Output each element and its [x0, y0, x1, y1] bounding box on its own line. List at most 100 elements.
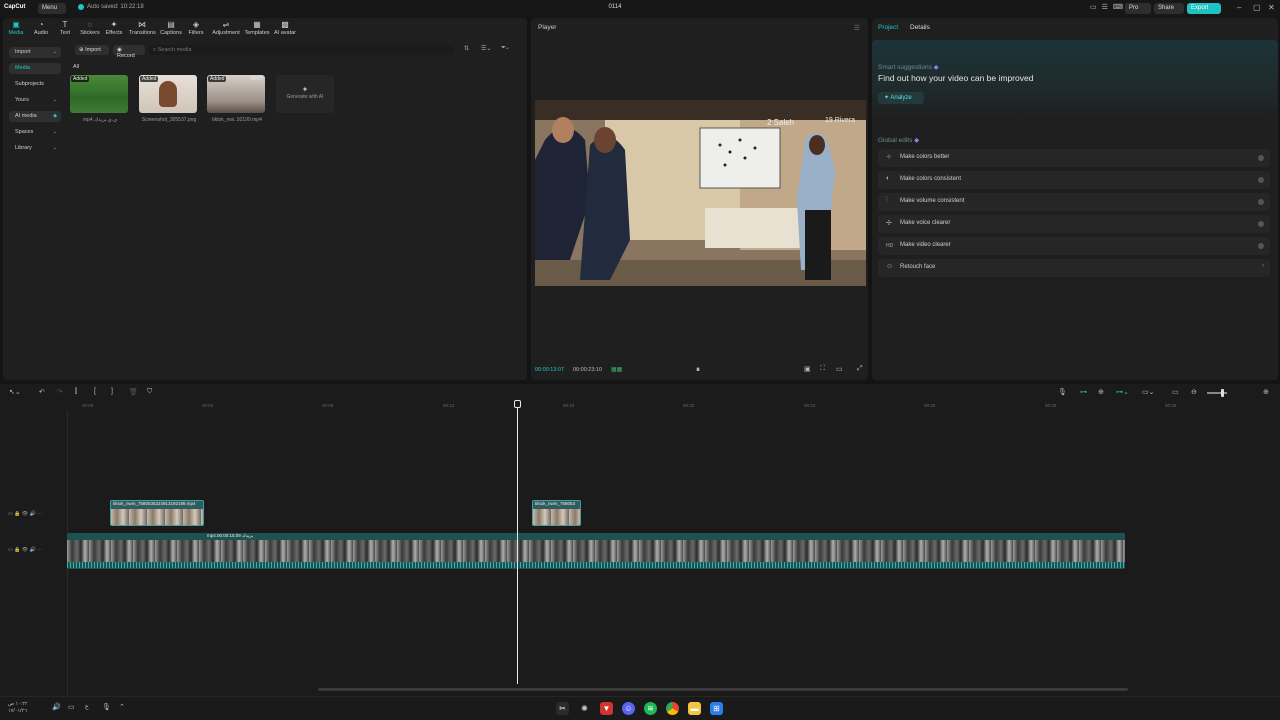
zoom-out-icon[interactable]: ⊖	[1191, 388, 1197, 396]
capcut-app-icon[interactable]: ✂	[556, 702, 569, 715]
media-item[interactable]: Added 00:07	[207, 75, 265, 113]
file-explorer-icon[interactable]: ▬	[688, 702, 701, 715]
tool-templates[interactable]: ▦ Templates	[242, 20, 272, 36]
chrome-app-icon[interactable]	[666, 702, 679, 715]
zoom-fit-icon[interactable]: ⊕	[1263, 388, 1269, 396]
split-right-icon[interactable]: ]	[111, 388, 113, 395]
sidebar-item-ai-media[interactable]: AI media ◆	[9, 111, 61, 122]
spotify-app-icon[interactable]: ≋	[644, 702, 657, 715]
edit-make-video-clearer[interactable]: HD Make video clearer	[878, 237, 1270, 255]
sidebar-item-yours[interactable]: Yours ⌄	[9, 95, 61, 106]
ratio-icon[interactable]: ▭	[836, 365, 843, 373]
snapshot-icon[interactable]: ▣	[804, 365, 811, 373]
sort-icon[interactable]: ☰⌄	[481, 45, 491, 52]
link-icon[interactable]: ⊶	[1080, 388, 1087, 396]
tool-transitions[interactable]: ⋈ Transitions	[129, 20, 156, 36]
language-icon[interactable]: ع	[85, 703, 89, 710]
project-title[interactable]: 0114	[600, 4, 630, 10]
sidebar-item-spaces[interactable]: Spaces ⌄	[9, 127, 61, 138]
media-item[interactable]: Added	[139, 75, 197, 113]
edit-make-colors-consistent[interactable]: ◐ Make colors consistent	[878, 171, 1270, 189]
tool-media[interactable]: ▣ Media	[3, 20, 29, 36]
horizontal-scrollbar[interactable]	[318, 688, 1128, 691]
menu-icon[interactable]: ☰	[854, 24, 860, 32]
view-toggle-icon[interactable]: ⇅	[464, 45, 469, 52]
toggle[interactable]	[1258, 221, 1264, 227]
tool-captions[interactable]: ▤ Captions	[158, 20, 184, 36]
pause-button[interactable]: ⏸	[696, 365, 700, 375]
overlay-clip[interactable]: tiktok_nwm_7580535324913192199.mp4	[110, 500, 204, 526]
export-button[interactable]: Export	[1187, 3, 1221, 14]
tool-effects[interactable]: ✦ Effects	[101, 20, 127, 36]
generate-with-ai-button[interactable]: ✦ Generate with AI	[276, 75, 334, 113]
brave-app-icon[interactable]: ▼	[600, 702, 613, 715]
discord-app-icon[interactable]: ☺	[622, 702, 635, 715]
sidebar-item-library[interactable]: Library ⌄	[9, 143, 61, 154]
pro-button[interactable]: Pro	[1125, 3, 1151, 14]
menu-button[interactable]: Menu	[38, 3, 66, 14]
media-item[interactable]: Added	[70, 75, 128, 113]
playhead[interactable]	[517, 402, 518, 684]
select-tool-icon[interactable]: ↖⌄	[9, 388, 21, 396]
split-left-icon[interactable]: [	[94, 388, 96, 395]
tab-project[interactable]: Project	[878, 24, 898, 31]
sidebar-item-subprojects[interactable]: Subprojects	[9, 79, 61, 90]
video-preview[interactable]: 2 Saleh 19 Rivera	[535, 100, 866, 286]
filter-icon[interactable]: ⏷⌄	[501, 45, 509, 52]
filter-all-label[interactable]: All	[73, 64, 79, 70]
toggle[interactable]	[1258, 199, 1264, 205]
tool-text[interactable]: T Text	[52, 20, 78, 36]
tool-adjustment[interactable]: ⇌ Adjustment	[210, 20, 242, 36]
tab-details[interactable]: Details	[910, 24, 930, 31]
record-button[interactable]: ◉ Record	[113, 45, 145, 59]
edit-make-volume-consistent[interactable]: ⫶ Make volume consistent	[878, 193, 1270, 211]
undo-icon[interactable]: ↶	[39, 388, 45, 396]
sidebar-item-import[interactable]: Import ⌄	[9, 47, 61, 58]
tool-stickers[interactable]: ◌ Stickers	[77, 20, 103, 36]
maximize-icon[interactable]: ▢	[1253, 3, 1261, 12]
shield-icon[interactable]: ⛉	[147, 388, 152, 396]
import-button[interactable]: ⊕ Import	[75, 45, 109, 55]
list-icon[interactable]: ☰	[1102, 3, 1108, 11]
minimize-icon[interactable]: –	[1237, 3, 1241, 12]
track-controls[interactable]: ▭ 🔒 👁 🔊 ⋯	[8, 511, 42, 517]
network-icon[interactable]: ▭	[68, 703, 75, 711]
edit-make-voice-clearer[interactable]: ✢ Make voice clearer	[878, 215, 1270, 233]
microphone-icon[interactable]: 🎙	[102, 703, 111, 711]
zoom-slider-handle[interactable]	[1221, 389, 1224, 397]
toggle[interactable]	[1258, 243, 1264, 249]
search-input[interactable]: ⌕ Search media	[149, 45, 454, 55]
caption-icon[interactable]: ▭	[1172, 388, 1179, 396]
sidebar-item-media[interactable]: Media	[9, 63, 61, 74]
share-button[interactable]: Share	[1154, 3, 1184, 14]
redo-icon[interactable]: ↷	[57, 388, 63, 396]
edit-make-colors-better[interactable]: ✧ Make colors better	[878, 149, 1270, 167]
zoom-slider[interactable]	[1207, 392, 1227, 394]
playhead-handle[interactable]	[514, 400, 521, 408]
edit-retouch-face[interactable]: ☺ Retouch face ›	[878, 259, 1270, 277]
delete-icon[interactable]: 🗑	[129, 388, 138, 396]
layout-icon[interactable]: ▭	[1090, 3, 1097, 11]
track-controls[interactable]: ▭ 🔒 👁 🔊 ⋯	[8, 547, 42, 553]
tool-filters[interactable]: ◈ Filters	[183, 20, 209, 36]
toggle[interactable]	[1258, 155, 1264, 161]
clock[interactable]: ١٠:٢٢ ص ١٧/٠١/٢٦	[8, 701, 28, 715]
chatgpt-app-icon[interactable]: ✺	[578, 702, 591, 715]
windows-start-icon[interactable]: ⊞	[710, 702, 723, 715]
volume-icon[interactable]: 🔊	[52, 703, 61, 711]
split-icon[interactable]: ⫿	[75, 388, 77, 396]
fullscreen-icon[interactable]: ⤢	[857, 365, 863, 373]
crop-icon[interactable]: ⛶	[820, 365, 825, 373]
close-icon[interactable]: ✕	[1268, 3, 1275, 12]
main-clip[interactable]: mp4.بريدك 00:00:15:09	[67, 533, 1125, 569]
tool-ai-avatar[interactable]: ▩ AI avatar	[270, 20, 300, 36]
microphone-icon[interactable]: 🎙	[1058, 388, 1067, 396]
preview-axis-icon[interactable]: ▭⌄	[1142, 388, 1154, 396]
shortcut-icon[interactable]: ⌨	[1113, 3, 1123, 11]
magnet-icon[interactable]: ⊕	[1098, 388, 1104, 396]
overlay-clip[interactable]: tiktok_nwm_758053	[532, 500, 581, 526]
toggle[interactable]	[1258, 177, 1264, 183]
tray-chevron-icon[interactable]: ⌃	[119, 703, 125, 711]
grid-icon[interactable]: ▦▦	[611, 366, 622, 373]
tool-audio[interactable]: ◔ Audio	[28, 20, 54, 36]
